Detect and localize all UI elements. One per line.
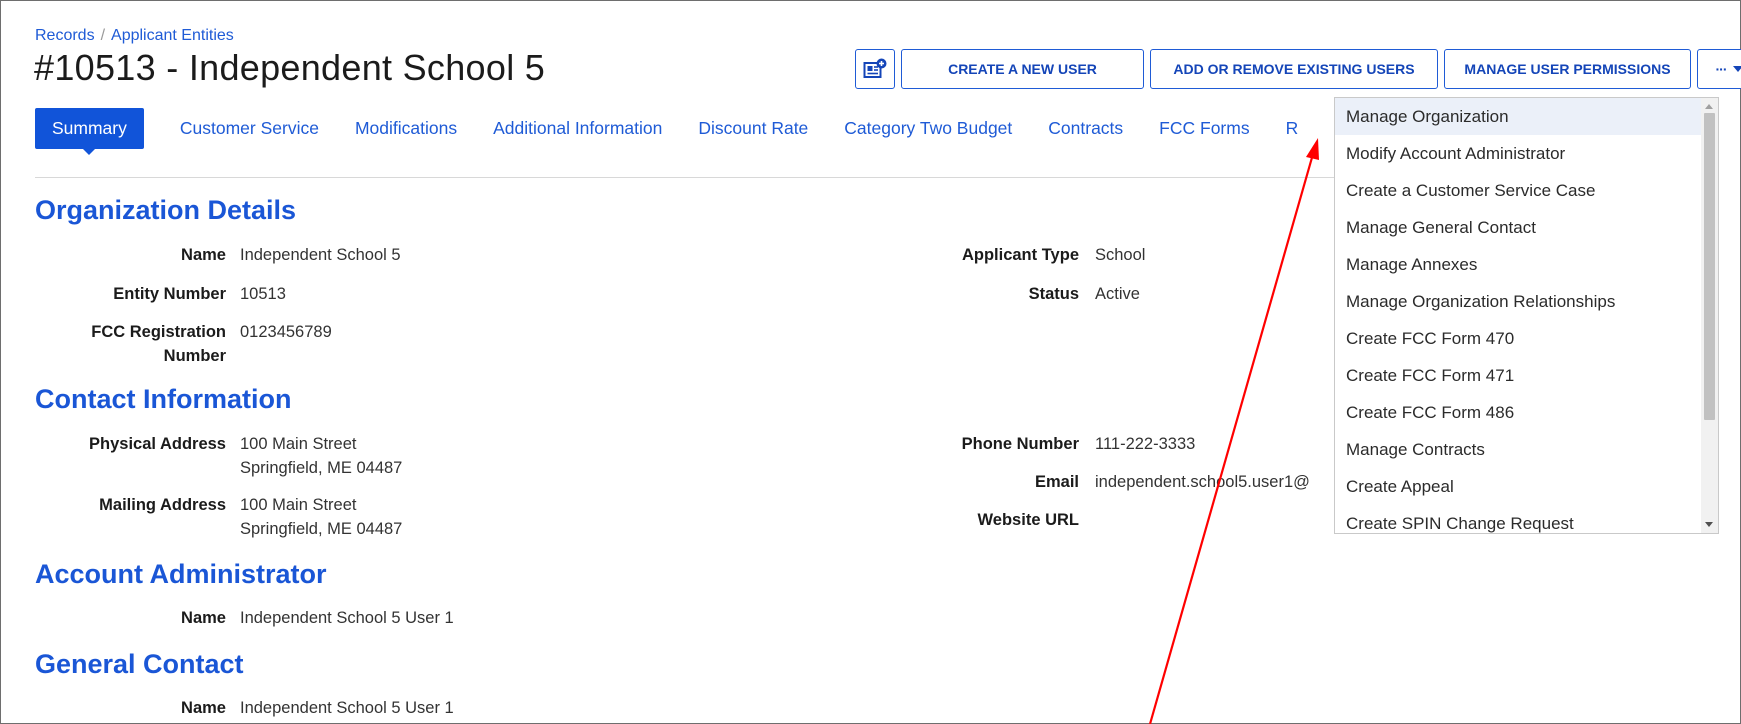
status-label: Status: [1028, 285, 1079, 303]
tab-summary[interactable]: Summary: [35, 107, 144, 155]
applicant-type-value: School: [1095, 246, 1146, 264]
website-url-label: Website URL: [977, 511, 1079, 529]
scroll-down-arrow-icon[interactable]: [1705, 522, 1713, 527]
tab-fcc-forms[interactable]: FCC Forms: [1159, 118, 1249, 139]
breadcrumb: Records / Applicant Entities: [35, 27, 234, 45]
tab-bar: Summary Customer Service Modifications A…: [35, 107, 1334, 155]
mailing-address-line1: 100 Main Street: [240, 496, 357, 514]
physical-address-line2: Springfield, ME 04487: [240, 459, 403, 477]
general-contact-name-value: Independent School 5 User 1: [240, 699, 454, 717]
actions-dropdown-menu: Manage Organization Modify Account Admin…: [1334, 97, 1719, 534]
tab-divider: [35, 177, 1335, 178]
more-dots-icon: ···: [1715, 61, 1728, 77]
page-title: #10513 - Independent School 5: [34, 47, 546, 88]
menu-item-create-fcc-form-470[interactable]: Create FCC Form 470: [1335, 320, 1718, 357]
fcc-registration-label-line2: Number: [163, 347, 226, 365]
more-actions-button[interactable]: ···: [1697, 49, 1741, 89]
scroll-up-arrow-icon[interactable]: [1705, 104, 1713, 109]
email-value[interactable]: independent.school5.user1@: [1095, 473, 1310, 492]
fcc-registration-value: 0123456789: [240, 323, 332, 341]
org-name-label: Name: [181, 246, 226, 264]
tab-contracts[interactable]: Contracts: [1048, 118, 1123, 139]
add-remove-users-button[interactable]: ADD OR REMOVE EXISTING USERS: [1150, 49, 1438, 89]
tab-category-two-budget[interactable]: Category Two Budget: [844, 118, 1012, 139]
menu-item-create-fcc-form-471[interactable]: Create FCC Form 471: [1335, 357, 1718, 394]
menu-item-manage-annexes[interactable]: Manage Annexes: [1335, 246, 1718, 283]
menu-item-manage-organization-relationships[interactable]: Manage Organization Relationships: [1335, 283, 1718, 320]
entity-number-label: Entity Number: [113, 285, 226, 303]
email-label: Email: [1034, 473, 1079, 491]
chevron-down-icon: [1732, 66, 1741, 72]
menu-item-manage-general-contact[interactable]: Manage General Contact: [1335, 209, 1718, 246]
applicant-type-label: Applicant Type: [961, 246, 1079, 264]
entity-number-value: 10513: [240, 285, 286, 303]
fcc-registration-label-line1: FCC Registration: [91, 323, 226, 341]
tab-customer-service[interactable]: Customer Service: [180, 118, 319, 139]
mailing-address-line2: Springfield, ME 04487: [240, 520, 403, 538]
manage-user-permissions-button[interactable]: MANAGE USER PERMISSIONS: [1444, 49, 1691, 89]
news-plus-icon: [863, 58, 887, 78]
phone-number-value: 111-222-3333: [1095, 435, 1196, 453]
tab-partial[interactable]: R: [1286, 118, 1299, 139]
section-title-account-administrator: Account Administrator: [35, 559, 327, 589]
menu-item-manage-contracts[interactable]: Manage Contracts: [1335, 431, 1718, 468]
menu-item-manage-organization[interactable]: Manage Organization: [1335, 98, 1718, 135]
section-title-general-contact: General Contact: [35, 649, 244, 679]
menu-item-create-spin-change-request[interactable]: Create SPIN Change Request: [1335, 505, 1718, 533]
account-admin-name-value: Independent School 5 User 1: [240, 609, 454, 627]
create-new-user-button[interactable]: CREATE A NEW USER: [901, 49, 1144, 89]
general-contact-name-label: Name: [181, 699, 226, 717]
mailing-address-label: Mailing Address: [99, 496, 226, 514]
section-title-organization-details: Organization Details: [35, 195, 297, 225]
section-title-contact-information: Contact Information: [35, 384, 292, 414]
phone-number-label: Phone Number: [961, 435, 1079, 453]
tab-modifications[interactable]: Modifications: [355, 118, 457, 139]
news-plus-button[interactable]: [855, 49, 895, 89]
scrollbar-thumb[interactable]: [1704, 113, 1715, 420]
physical-address-label: Physical Address: [89, 435, 226, 453]
status-value: Active: [1095, 285, 1140, 303]
menu-item-create-customer-service-case[interactable]: Create a Customer Service Case: [1335, 172, 1718, 209]
physical-address-line1: 100 Main Street: [240, 435, 357, 453]
org-name-value: Independent School 5: [240, 246, 401, 264]
menu-item-modify-account-administrator[interactable]: Modify Account Administrator: [1335, 135, 1718, 172]
tab-additional-information[interactable]: Additional Information: [493, 118, 662, 139]
breadcrumb-separator: /: [100, 27, 106, 44]
menu-item-create-fcc-form-486[interactable]: Create FCC Form 486: [1335, 394, 1718, 431]
breadcrumb-applicant-entities-link[interactable]: Applicant Entities: [111, 27, 234, 44]
dropdown-scrollbar[interactable]: [1701, 98, 1718, 533]
breadcrumb-records-link[interactable]: Records: [35, 27, 95, 44]
menu-item-create-appeal[interactable]: Create Appeal: [1335, 468, 1718, 505]
tab-discount-rate[interactable]: Discount Rate: [698, 118, 808, 139]
toolbar: CREATE A NEW USER ADD OR REMOVE EXISTING…: [855, 49, 1741, 89]
account-admin-name-label: Name: [181, 609, 226, 627]
